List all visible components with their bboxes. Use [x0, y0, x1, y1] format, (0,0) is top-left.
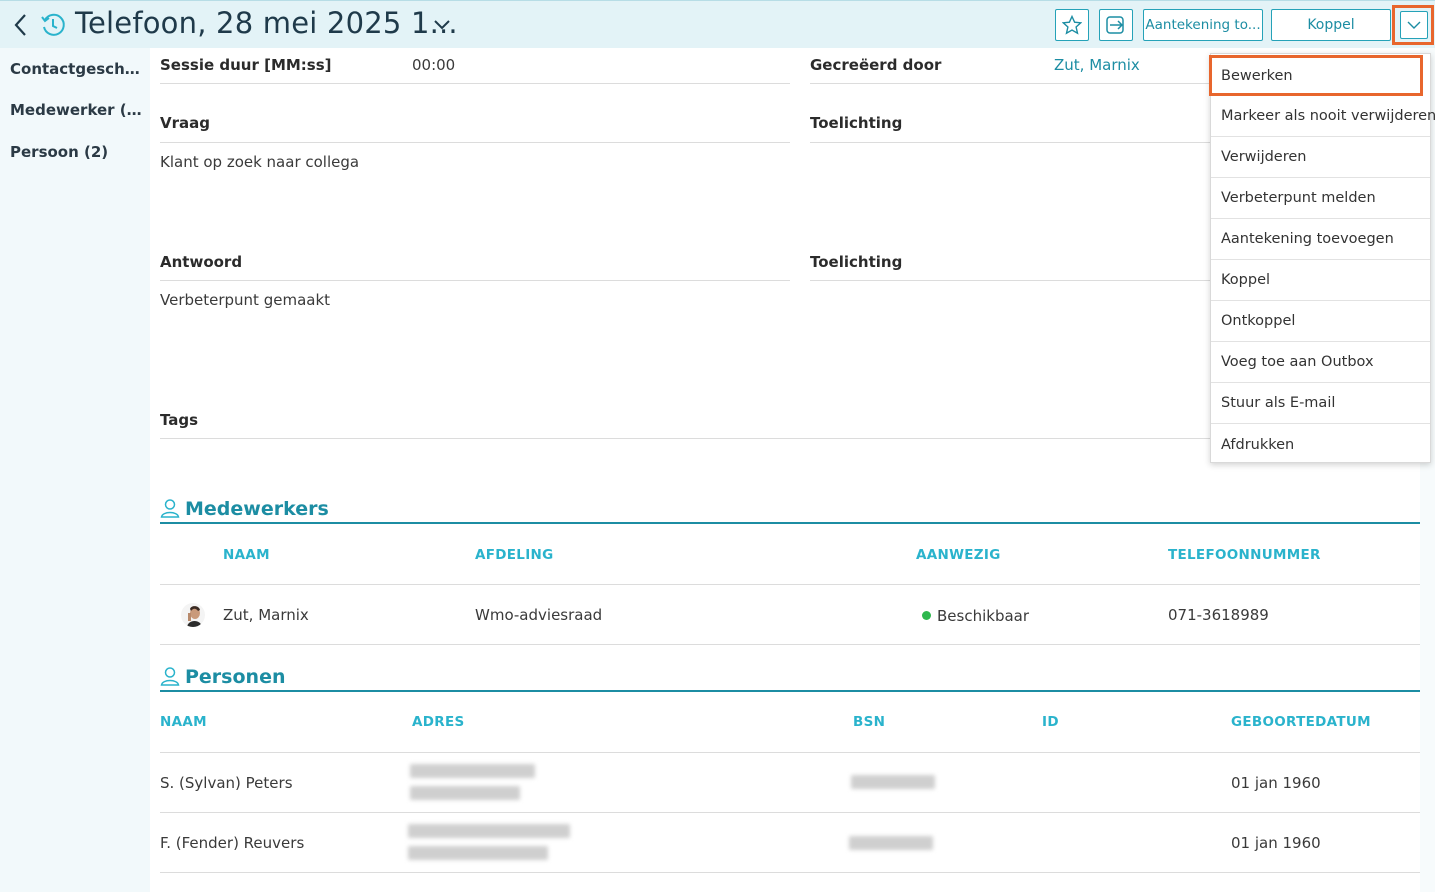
- divider: [160, 752, 1420, 753]
- created-by-label: Gecreëerd door: [810, 56, 942, 74]
- history-icon: [41, 13, 65, 36]
- chevron-down-icon: [1407, 21, 1421, 29]
- answer-note-label: Toelichting: [810, 253, 903, 271]
- header-bar: Telefoon, 28 mei 2025 1... Aantekening t…: [0, 0, 1435, 48]
- employee-phone: 071-3618989: [1168, 606, 1269, 624]
- person-icon: [160, 499, 180, 518]
- avatar: [181, 603, 205, 627]
- person-name[interactable]: F. (Fender) Reuvers: [160, 834, 304, 852]
- person-icon: [160, 667, 180, 686]
- chevron-down-icon[interactable]: [432, 17, 452, 33]
- menu-item-report-improvement[interactable]: Verbeterpunt melden: [1211, 178, 1430, 219]
- divider: [160, 584, 1420, 585]
- menu-item-never-delete[interactable]: Markeer als nooit verwijderen: [1211, 96, 1435, 137]
- menu-item-unlink[interactable]: Ontkoppel: [1211, 301, 1430, 342]
- column-header-department[interactable]: AFDELING: [475, 547, 554, 563]
- question-label: Vraag: [160, 114, 210, 132]
- redacted-address: [408, 824, 570, 838]
- menu-item-send-email[interactable]: Stuur als E-mail: [1211, 383, 1430, 424]
- more-actions-button[interactable]: [1400, 11, 1428, 39]
- column-header-presence[interactable]: AANWEZIG: [916, 547, 1001, 563]
- employees-section-title: Medewerkers: [185, 498, 329, 520]
- export-button[interactable]: [1099, 9, 1133, 41]
- back-icon[interactable]: [10, 11, 30, 39]
- column-header-bsn[interactable]: BSN: [853, 714, 885, 730]
- persons-section-title: Personen: [185, 666, 286, 688]
- sidebar-item-employee[interactable]: Medewerker (1): [10, 101, 142, 119]
- person-birthdate: 01 jan 1960: [1231, 834, 1321, 852]
- divider: [810, 83, 1210, 84]
- menu-item-delete[interactable]: Verwijderen: [1211, 137, 1430, 178]
- divider: [160, 872, 1420, 873]
- actions-dropdown-menu: Bewerken Markeer als nooit verwijderen V…: [1209, 53, 1435, 465]
- column-header-name[interactable]: NAAM: [223, 547, 270, 563]
- session-duration-label: Sessie duur [MM:ss]: [160, 56, 332, 74]
- divider: [160, 280, 790, 281]
- question-note-label: Toelichting: [810, 114, 903, 132]
- favorite-button[interactable]: [1055, 9, 1089, 41]
- sidebar-item-person[interactable]: Persoon (2): [10, 143, 142, 161]
- redacted-bsn: [851, 775, 935, 789]
- add-note-button[interactable]: Aantekening to...: [1143, 9, 1263, 41]
- answer-value: Verbeterpunt gemaakt: [160, 291, 331, 309]
- answer-label: Antwoord: [160, 253, 243, 271]
- menu-item-link[interactable]: Koppel: [1211, 260, 1430, 301]
- employee-department: Wmo-adviesraad: [475, 606, 603, 624]
- person-birthdate: 01 jan 1960: [1231, 774, 1321, 792]
- question-value: Klant op zoek naar collega: [160, 153, 360, 171]
- divider: [810, 142, 1210, 143]
- page-title: Telefoon, 28 mei 2025 1...: [75, 6, 458, 40]
- divider: [160, 438, 1210, 439]
- more-actions-highlight: [1392, 5, 1434, 45]
- divider: [160, 83, 790, 84]
- divider: [160, 644, 1420, 645]
- sidebar-item-contact-history[interactable]: Contactgeschie...: [10, 60, 142, 78]
- export-icon: [1106, 16, 1124, 34]
- divider: [810, 280, 1210, 281]
- menu-item-add-note[interactable]: Aantekening toevoegen: [1211, 219, 1430, 260]
- tags-label: Tags: [160, 411, 199, 429]
- column-header-id[interactable]: ID: [1042, 714, 1059, 730]
- koppel-button[interactable]: Koppel: [1271, 9, 1391, 41]
- redacted-address: [408, 846, 548, 860]
- column-header-phone[interactable]: TELEFOONNUMMER: [1168, 547, 1321, 563]
- redacted-bsn: [849, 836, 933, 850]
- section-divider: [160, 690, 1420, 692]
- status-dot: [922, 611, 931, 620]
- column-header-birthdate[interactable]: GEBOORTEDATUM: [1231, 714, 1371, 730]
- created-by-link[interactable]: Zut, Marnix: [1054, 56, 1140, 74]
- star-icon: [1062, 15, 1082, 35]
- session-duration-value: 00:00: [412, 56, 456, 74]
- column-header-address[interactable]: ADRES: [412, 714, 465, 730]
- employee-presence: Beschikbaar: [937, 607, 1030, 625]
- menu-item-edit[interactable]: Bewerken: [1209, 55, 1423, 96]
- column-header-name[interactable]: NAAM: [160, 714, 207, 730]
- section-divider: [160, 522, 1420, 524]
- menu-item-print[interactable]: Afdrukken: [1211, 424, 1430, 465]
- divider: [160, 812, 1420, 813]
- divider: [160, 142, 790, 143]
- menu-item-add-to-outbox[interactable]: Voeg toe aan Outbox: [1211, 342, 1430, 383]
- redacted-address: [410, 786, 520, 800]
- person-name[interactable]: S. (Sylvan) Peters: [160, 774, 293, 792]
- sidebar: Contactgeschie... Medewerker (1) Persoon…: [0, 48, 150, 892]
- employee-name[interactable]: Zut, Marnix: [223, 606, 309, 624]
- redacted-address: [410, 764, 535, 778]
